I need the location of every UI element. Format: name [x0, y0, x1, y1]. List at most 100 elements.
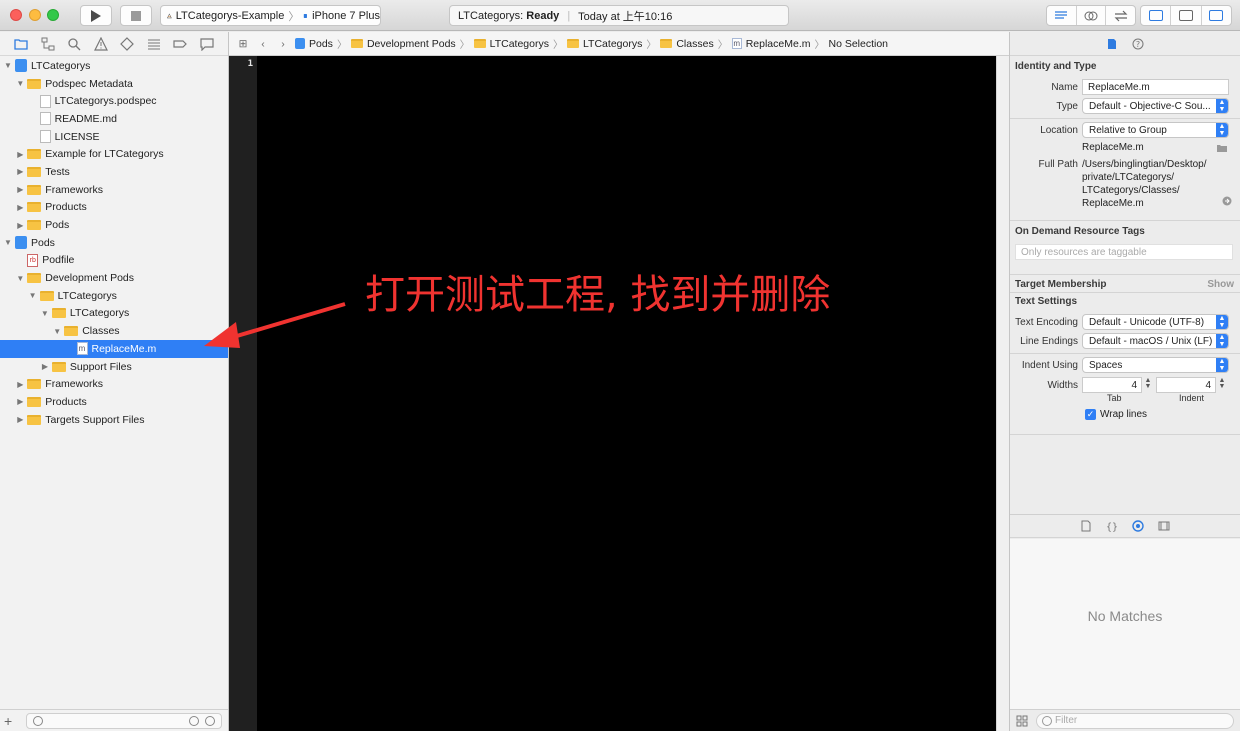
file-tree: ▼ LTCategorys ▼ Podspec Metadata LTCategorys…	[0, 57, 228, 428]
file-icon[interactable]	[1106, 38, 1118, 50]
tree-row[interactable]: rb Podfile	[0, 252, 228, 270]
tab-project-navigator[interactable]	[8, 32, 35, 56]
version-editor-button[interactable]	[1106, 6, 1135, 25]
disclosure-triangle-icon[interactable]: ▼	[52, 327, 62, 336]
library-filter-input[interactable]: Filter	[1036, 712, 1234, 729]
disclosure-triangle-icon[interactable]: ▶	[15, 167, 25, 176]
scm-icon[interactable]	[205, 715, 215, 726]
recent-icon[interactable]	[189, 715, 199, 726]
wrap-lines-checkbox[interactable]: ✓	[1085, 409, 1096, 420]
location-popup[interactable]: Relative to Group ▲ ▼	[1082, 122, 1229, 138]
tags-field[interactable]: Only resources are taggable	[1015, 244, 1233, 260]
tree-row[interactable]: ▼ LTCategorys	[0, 287, 228, 305]
grid-view-icon[interactable]	[1016, 715, 1028, 727]
indent-popup[interactable]: Spaces ▲ ▼	[1082, 357, 1229, 373]
tab-debug-navigator[interactable]	[141, 32, 168, 56]
back-button[interactable]: ‹	[255, 38, 271, 50]
add-file-button[interactable]: +	[4, 713, 18, 729]
tree-row[interactable]: ▼ Classes	[0, 322, 228, 340]
wrap-lines-row: ✓ Wrap lines	[1010, 409, 1240, 420]
disclosure-triangle-icon[interactable]: ▼	[15, 274, 25, 283]
help-icon[interactable]: ?	[1132, 38, 1144, 50]
related-items-icon[interactable]: ⊞	[235, 38, 251, 50]
tree-row[interactable]: ▶ Targets Support Files	[0, 411, 228, 429]
tree-row[interactable]: ▶ Frameworks	[0, 375, 228, 393]
name-field[interactable]: ReplaceMe.m	[1082, 79, 1229, 95]
stop-button[interactable]	[120, 5, 152, 26]
disclosure-triangle-icon[interactable]: ▶	[15, 185, 25, 194]
disclosure-triangle-icon[interactable]: ▶	[40, 362, 50, 371]
line-endings-popup[interactable]: Default - macOS / Unix (LF) ▲ ▼	[1082, 333, 1229, 349]
disclosure-triangle-icon[interactable]: ▼	[28, 291, 38, 300]
object-library-icon[interactable]	[1132, 520, 1144, 532]
disclosure-triangle-icon[interactable]: ▶	[15, 203, 25, 212]
toggle-debug-area-button[interactable]	[1171, 6, 1202, 25]
disclosure-triangle-icon[interactable]: ▶	[15, 397, 25, 406]
breadcrumb-item[interactable]: Development Pods	[350, 38, 456, 50]
tree-row[interactable]: ▼ LTCategorys	[0, 305, 228, 323]
standard-editor-button[interactable]	[1047, 6, 1077, 25]
breadcrumb-item[interactable]: m ReplaceMe.m	[731, 38, 810, 50]
disclosure-triangle-icon[interactable]: ▼	[15, 79, 25, 88]
tab-test-navigator[interactable]	[114, 32, 141, 56]
encoding-popup[interactable]: Default - Unicode (UTF-8) ▲ ▼	[1082, 314, 1229, 330]
reveal-arrow-icon[interactable]	[1222, 196, 1232, 206]
close-window-button[interactable]	[10, 9, 22, 21]
tab-breakpoint-navigator[interactable]	[167, 32, 194, 56]
zoom-window-button[interactable]	[47, 9, 59, 21]
tree-row[interactable]: README.md	[0, 110, 228, 128]
file-template-icon[interactable]	[1080, 520, 1092, 532]
tab-symbol-navigator[interactable]	[35, 32, 62, 56]
tree-row[interactable]: LTCategorys.podspec	[0, 92, 228, 110]
media-library-icon[interactable]	[1158, 520, 1170, 532]
toggle-navigator-button[interactable]	[1141, 6, 1172, 25]
tree-row[interactable]: ▶ Tests	[0, 163, 228, 181]
indent-width-field[interactable]: 4	[1156, 377, 1216, 393]
tree-row[interactable]: ▶ Support Files	[0, 358, 228, 376]
breadcrumb-item[interactable]: Classes	[660, 38, 714, 50]
tree-row[interactable]: ▼ Podspec Metadata	[0, 75, 228, 93]
tab-issue-navigator[interactable]	[88, 32, 115, 56]
disclosure-triangle-icon[interactable]: ▼	[3, 61, 13, 70]
tree-row[interactable]: ▼ Development Pods	[0, 269, 228, 287]
tree-row[interactable]: ▼ LTCategorys	[0, 57, 228, 75]
disclosure-triangle-icon[interactable]: ▶	[15, 150, 25, 159]
scheme-selector[interactable]: LTCategorys-Example 〉 iPhone 7 Plus	[160, 5, 381, 26]
run-button[interactable]	[80, 5, 112, 26]
indent-width-stepper[interactable]: ▲ ▼	[1218, 377, 1226, 392]
tab-width-stepper[interactable]: ▲ ▼	[1144, 377, 1152, 392]
forward-button[interactable]: ›	[275, 38, 291, 50]
code-snippet-icon[interactable]: {}	[1106, 520, 1118, 532]
folder-icon[interactable]	[1216, 143, 1228, 153]
navigator-filter-input[interactable]	[26, 712, 222, 729]
source-editor[interactable]	[257, 56, 996, 731]
tree-row[interactable]: ▶ Products	[0, 199, 228, 217]
tab-report-navigator[interactable]	[194, 32, 221, 56]
tab-width-field[interactable]: 4	[1082, 377, 1142, 393]
tree-row[interactable]: ▼ Pods	[0, 234, 228, 252]
tree-row[interactable]: ▶ Example for LTCategorys	[0, 145, 228, 163]
activity-project: LTCategorys:	[458, 9, 524, 22]
toggle-inspector-button[interactable]	[1202, 6, 1231, 25]
disclosure-triangle-icon[interactable]: ▼	[40, 309, 50, 318]
target-show-button[interactable]: Show	[1207, 279, 1234, 290]
breadcrumb-item[interactable]: LTCategorys	[567, 38, 642, 50]
tree-row[interactable]: ▶ Frameworks	[0, 181, 228, 199]
disclosure-triangle-icon[interactable]: ▶	[15, 380, 25, 389]
minimize-window-button[interactable]	[29, 9, 41, 21]
assistant-editor-button[interactable]	[1077, 6, 1107, 25]
tree-row[interactable]: m ReplaceMe.m	[0, 340, 228, 358]
type-popup[interactable]: Default - Objective-C Sou... ▲ ▼	[1082, 98, 1229, 114]
breadcrumb-selection[interactable]: No Selection	[828, 38, 888, 50]
disclosure-triangle-icon[interactable]: ▶	[15, 221, 25, 230]
editor-scrollbar[interactable]	[996, 56, 1009, 731]
tree-row[interactable]: ▶ Products	[0, 393, 228, 411]
warning-icon	[93, 36, 108, 51]
tree-row[interactable]: LICENSE	[0, 128, 228, 146]
tree-row[interactable]: ▶ Pods	[0, 216, 228, 234]
disclosure-triangle-icon[interactable]: ▼	[3, 238, 13, 247]
disclosure-triangle-icon[interactable]: ▶	[15, 415, 25, 424]
breadcrumb-item[interactable]: Pods	[295, 38, 333, 50]
tab-find-navigator[interactable]	[61, 32, 88, 56]
breadcrumb-item[interactable]: LTCategorys	[473, 38, 549, 50]
